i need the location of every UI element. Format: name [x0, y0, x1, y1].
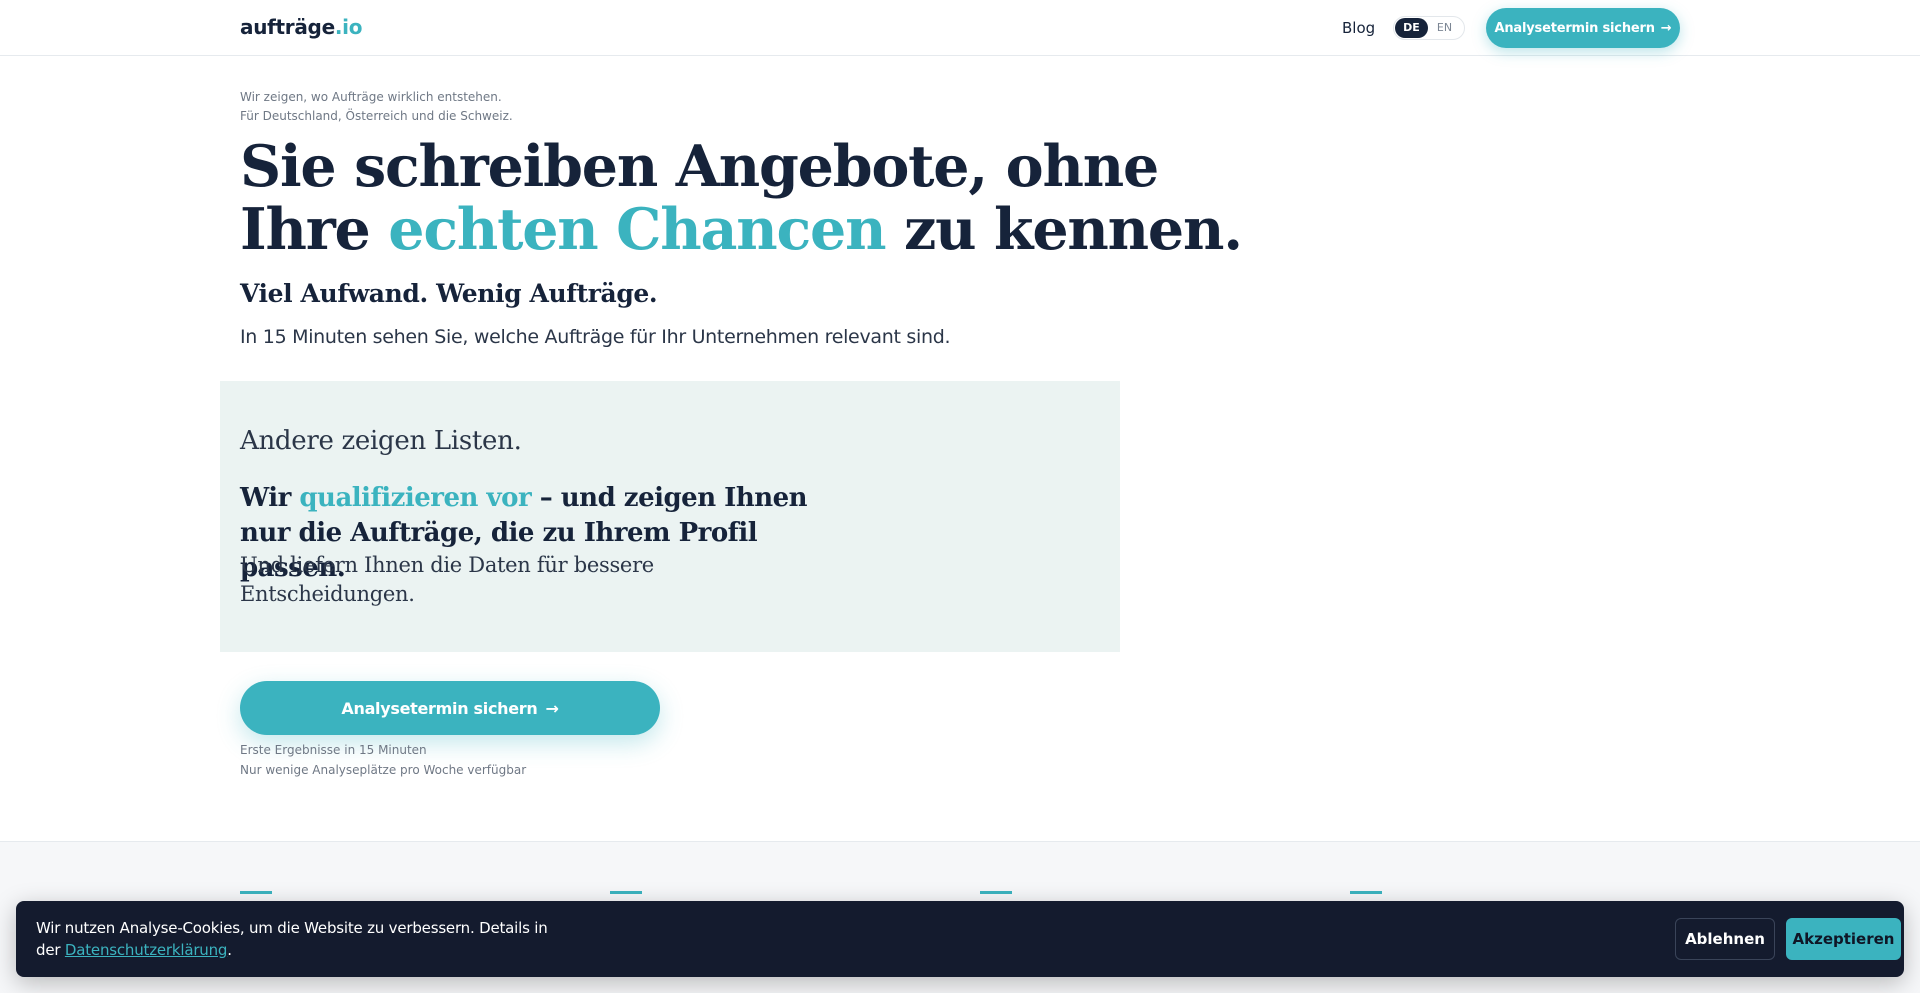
nav-link-blog[interactable]: Blog — [1342, 19, 1375, 37]
hero-tagline-line1: Wir zeigen, wo Aufträge wirklich entsteh… — [240, 90, 502, 104]
privacy-policy-link[interactable]: Datenschutzerklärung — [65, 941, 228, 959]
language-switcher: DE EN — [1393, 16, 1465, 40]
feature-accent-line — [1350, 891, 1382, 894]
logo-name: aufträge — [240, 15, 335, 39]
cta-note-line1: Erste Ergebnisse in 15 Minuten — [240, 743, 427, 757]
feature-accent-line — [240, 891, 272, 894]
lang-de-toggle[interactable]: DE — [1395, 18, 1428, 38]
cookie-text-end: . — [227, 941, 232, 959]
highlight-headline-pre: Wir — [240, 483, 300, 513]
site-header: aufträge.io Blog DE EN Analysetermin sic… — [0, 0, 1920, 56]
hero-headline-part2: Ihre — [240, 196, 389, 263]
accept-cookies-button[interactable]: Akzeptieren — [1786, 918, 1901, 960]
highlight-eyebrow: Andere zeigen Listen. — [240, 426, 522, 456]
hero-lead: In 15 Minuten sehen Sie, welche Aufträge… — [240, 326, 951, 348]
lang-en-toggle[interactable]: EN — [1428, 18, 1461, 38]
feature-accent-line — [980, 891, 1012, 894]
cookie-message: Wir nutzen Analyse-Cookies, um die Websi… — [36, 917, 556, 961]
main-cta-button[interactable]: Analysetermin sichern → — [240, 681, 660, 735]
arrow-right-icon: → — [1660, 20, 1672, 36]
hero-subheadline: Viel Aufwand. Wenig Aufträge. — [240, 279, 658, 308]
hero-headline-accent: echten Chancen — [388, 196, 886, 263]
main-cta-label: Analysetermin sichern — [341, 698, 538, 718]
highlight-body: Und liefern Ihnen die Daten für bessere … — [240, 553, 654, 606]
cookie-banner: Wir nutzen Analyse-Cookies, um die Websi… — [16, 901, 1904, 977]
header-cta-button[interactable]: Analysetermin sichern → — [1486, 8, 1680, 48]
hero-headline: Sie schreiben Angebote, ohne Ihre echten … — [240, 133, 1243, 263]
arrow-right-icon: → — [545, 698, 559, 718]
logo-tld: .io — [334, 15, 363, 39]
highlight-headline-accent: qualifizieren vor — [299, 483, 532, 513]
hero-headline-part3: zu kennen. — [885, 196, 1243, 263]
hero-tagline-line2: Für Deutschland, Österreich und die Schw… — [240, 109, 513, 123]
cta-note-line2: Nur wenige Analyseplätze pro Woche verfü… — [240, 763, 527, 777]
logo[interactable]: aufträge.io — [240, 15, 362, 39]
feature-accent-line — [610, 891, 642, 894]
header-cta-label: Analysetermin sichern — [1494, 20, 1655, 36]
hero-headline-line1: Sie schreiben Angebote, ohne — [240, 133, 1159, 200]
decline-cookies-button[interactable]: Ablehnen — [1675, 918, 1775, 960]
